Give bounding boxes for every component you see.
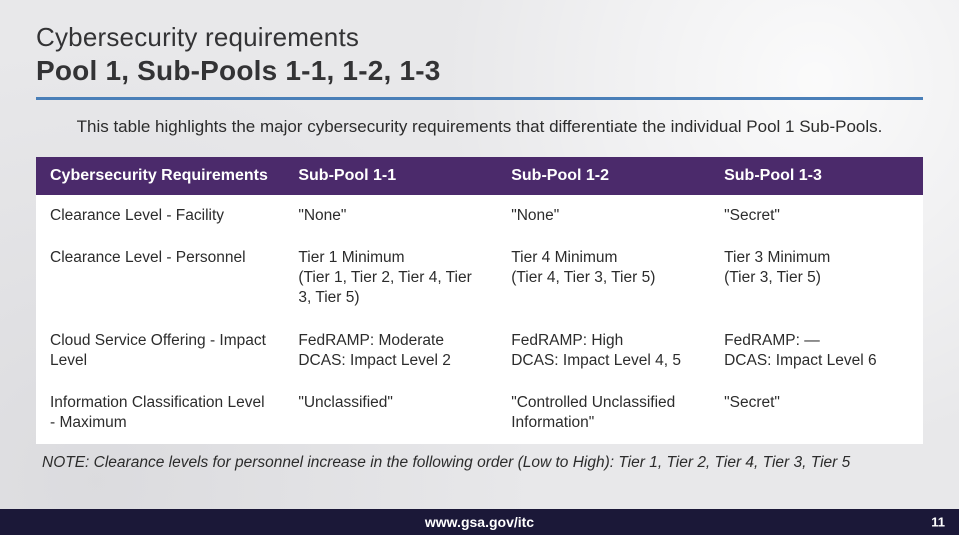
row-cell: "None" [284,195,497,237]
page-title: Pool 1, Sub-Pools 1-1, 1-2, 1-3 [36,55,923,87]
title-divider [36,97,923,100]
table-header-cell: Sub-Pool 1-3 [710,157,923,195]
row-cell: FedRAMP: HighDCAS: Impact Level 4, 5 [497,320,710,382]
footer-url: www.gsa.gov/itc [425,514,534,530]
row-cell: FedRAMP: ModerateDCAS: Impact Level 2 [284,320,497,382]
supertitle: Cybersecurity requirements [36,22,923,53]
slide: Cybersecurity requirements Pool 1, Sub-P… [0,0,959,535]
table-row: Cloud Service Offering - Impact Level Fe… [36,320,923,382]
row-cell: "Controlled Unclassified Information" [497,382,710,444]
row-cell: "Secret" [710,195,923,237]
page-number: 11 [931,515,945,530]
description-text: This table highlights the major cybersec… [55,116,905,139]
table-header-cell: Sub-Pool 1-1 [284,157,497,195]
table-header-cell: Cybersecurity Requirements [36,157,284,195]
row-cell: Tier 3 Minimum(Tier 3, Tier 5) [710,237,923,319]
table-row: Clearance Level - Personnel Tier 1 Minim… [36,237,923,319]
row-cell: FedRAMP: —DCAS: Impact Level 6 [710,320,923,382]
row-cell: Tier 1 Minimum(Tier 1, Tier 2, Tier 4, T… [284,237,497,319]
row-label: Clearance Level - Facility [36,195,284,237]
row-cell: Tier 4 Minimum(Tier 4, Tier 3, Tier 5) [497,237,710,319]
requirements-table: Cybersecurity Requirements Sub-Pool 1-1 … [36,157,923,444]
table-row: Information Classification Level - Maxim… [36,382,923,444]
table-row: Clearance Level - Facility "None" "None"… [36,195,923,237]
row-cell: "Secret" [710,382,923,444]
row-label: Clearance Level - Personnel [36,237,284,319]
table-header-row: Cybersecurity Requirements Sub-Pool 1-1 … [36,157,923,195]
row-label: Cloud Service Offering - Impact Level [36,320,284,382]
table-header-cell: Sub-Pool 1-2 [497,157,710,195]
row-cell: "Unclassified" [284,382,497,444]
footer-bar: www.gsa.gov/itc 11 [0,509,959,535]
row-label: Information Classification Level - Maxim… [36,382,284,444]
footnote: NOTE: Clearance levels for personnel inc… [36,454,923,472]
row-cell: "None" [497,195,710,237]
